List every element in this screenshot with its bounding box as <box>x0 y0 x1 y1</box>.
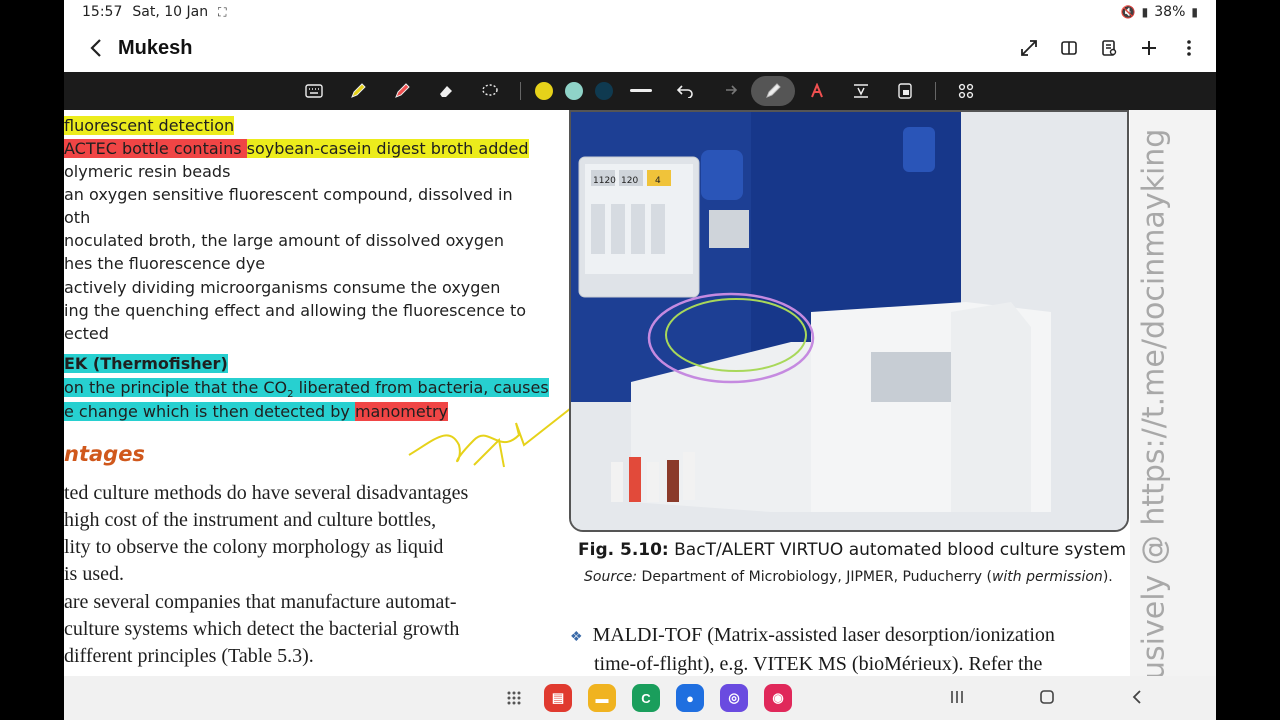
source-italic: with permission <box>991 569 1103 585</box>
redo-icon[interactable] <box>707 76 751 106</box>
undo-icon[interactable] <box>663 76 707 106</box>
body-line: culture systems which detect the bacteri… <box>64 618 460 640</box>
expand-icon[interactable] <box>1018 37 1040 59</box>
body-line: different principles (Table 5.3). <box>64 645 314 667</box>
text-line: e change which is then detected by <box>64 402 355 421</box>
color-swatch-yellow[interactable] <box>535 82 553 100</box>
maldi-paragraph: ❖ MALDI-TOF (Matrix-assisted laser desorp… <box>570 622 1055 676</box>
text-line: ing the quenching effect and allowing th… <box>64 301 526 320</box>
browser-app-icon[interactable]: ◎ <box>720 684 748 712</box>
pen-icon[interactable] <box>336 76 380 106</box>
body-line: time-of-flight), e.g. VITEK MS (bioMérie… <box>594 653 1043 675</box>
screen-value: 120 <box>621 176 638 186</box>
lasso-icon[interactable] <box>468 76 512 106</box>
text-box-icon[interactable] <box>839 76 883 106</box>
system-navigation <box>944 684 1150 710</box>
battery-level: 38% <box>1154 4 1186 20</box>
highlighter-icon[interactable] <box>380 76 424 106</box>
section-heading: ntages <box>64 442 145 466</box>
text-line: hes the fluorescence dye <box>64 254 266 273</box>
figure-caption: Fig. 5.10: BacT/ALERT VIRTUO automated b… <box>578 540 1126 560</box>
files-app-icon[interactable]: ▬ <box>588 684 616 712</box>
body-line: high cost of the instrument and culture … <box>64 509 437 531</box>
back-arrow-icon <box>90 39 101 57</box>
apps-grid-icon[interactable] <box>500 684 528 712</box>
note-settings-icon[interactable] <box>1098 37 1120 59</box>
battery-icon: ▮ <box>1191 5 1198 19</box>
text-line: ACTEC bottle contains <box>64 139 247 158</box>
note-title: Mukesh <box>118 36 193 59</box>
color-swatch-mint[interactable] <box>565 82 583 100</box>
keyboard-icon[interactable] <box>292 76 336 106</box>
nav-back-icon[interactable] <box>1124 684 1150 710</box>
text-line: olymeric resin beads <box>64 162 231 181</box>
blood-culture-machine-image: 1120 120 4 <box>571 112 1127 530</box>
signal-icon: ▮ <box>1141 5 1149 19</box>
toolbar-divider <box>520 82 521 100</box>
screen-value: 4 <box>655 176 661 186</box>
text-line: noculated broth, the large amount of dis… <box>64 231 504 250</box>
pen-mode-icon[interactable] <box>751 76 795 106</box>
flipboard-app-icon[interactable]: ▤ <box>544 684 572 712</box>
source-text: Department of Microbiology, JIPMER, Pudu… <box>637 569 992 585</box>
eraser-icon[interactable] <box>424 76 468 106</box>
diamond-bullet-icon: ❖ <box>570 630 583 645</box>
stroke-width-icon[interactable] <box>619 76 663 106</box>
caption-label: Fig. 5.10: <box>578 540 669 560</box>
pen-toolbar <box>64 72 1216 110</box>
recents-icon[interactable] <box>944 684 970 710</box>
status-bar: 15:57 Sat, 10 Jan ⛶ 🔇 ▮ 38% ▮ <box>64 0 1216 24</box>
text-line: actively dividing microorganisms consume… <box>64 278 501 297</box>
subheading: EK (Thermofisher) <box>64 354 228 373</box>
body-line: lity to observe the colony morphology as… <box>64 536 444 558</box>
text-line: on the principle that the CO <box>64 378 288 397</box>
status-date: Sat, 10 Jan <box>132 4 209 20</box>
body-line: is used. <box>64 563 124 585</box>
text-line: an oxygen sensitive fluorescent compound… <box>64 185 513 204</box>
document-page[interactable]: fluorescent detection ACTEC bottle conta… <box>64 110 1216 676</box>
figure-source: Source: Department of Microbiology, JIPM… <box>584 569 1113 585</box>
figure-photo: 1120 120 4 <box>569 110 1129 532</box>
text-line: ected <box>64 324 109 343</box>
left-text-column: fluorescent detection ACTEC bottle conta… <box>64 110 595 676</box>
text-line: fluorescent detection <box>64 116 235 135</box>
mute-icon: 🔇 <box>1120 5 1136 19</box>
app-header: Mukesh <box>64 24 1216 72</box>
messages-app-icon[interactable]: ● <box>676 684 704 712</box>
more-tools-icon[interactable] <box>944 76 988 106</box>
text-style-icon[interactable] <box>795 76 839 106</box>
classroom-app-icon[interactable]: C <box>632 684 660 712</box>
source-label: Source: <box>584 569 638 585</box>
bottom-nav-bar: ▤ ▬ C ● ◎ ◉ <box>64 676 1216 720</box>
screen-record-icon: ⛶ <box>218 4 227 19</box>
body-line: ted culture methods do have several disa… <box>64 482 469 504</box>
caption-text: BacT/ALERT VIRTUO automated blood cultur… <box>668 540 1126 560</box>
right-letterbox <box>1216 0 1280 720</box>
toolbar-divider <box>935 82 936 100</box>
book-view-icon[interactable] <box>1058 37 1080 59</box>
color-swatch-navy[interactable] <box>595 82 613 100</box>
add-icon[interactable] <box>1138 37 1160 59</box>
body-line: MALDI-TOF (Matrix-assisted laser desorpt… <box>592 624 1055 646</box>
lock-page-icon[interactable] <box>883 76 927 106</box>
app-dock: ▤ ▬ C ● ◎ ◉ <box>500 684 792 712</box>
left-letterbox <box>0 0 64 720</box>
more-options-icon[interactable] <box>1178 37 1200 59</box>
tablet-screen: 15:57 Sat, 10 Jan ⛶ 🔇 ▮ 38% ▮ Mukesh flu… <box>64 0 1216 720</box>
watermark-text: usively @ https://t.me/docinmayking <box>1136 128 1172 676</box>
source-end: ). <box>1102 569 1113 585</box>
back-button[interactable] <box>80 32 112 64</box>
text-line: soybean-casein digest broth added <box>246 139 529 158</box>
screen-value: 1120 <box>593 176 616 186</box>
camera-app-icon[interactable]: ◉ <box>764 684 792 712</box>
status-time: 15:57 <box>82 4 123 20</box>
body-line: are several companies that manufacture a… <box>64 591 457 613</box>
text-line: oth <box>64 208 91 227</box>
home-icon[interactable] <box>1034 684 1060 710</box>
